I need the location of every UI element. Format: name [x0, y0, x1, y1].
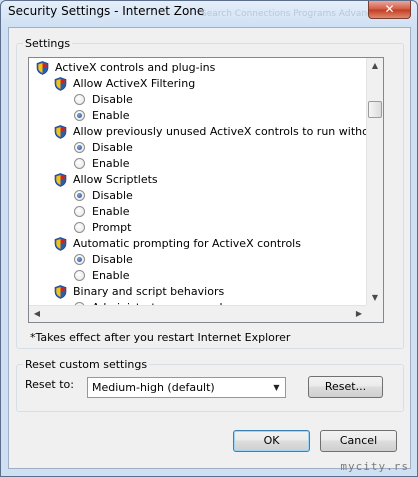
tree-item-label: Prompt — [92, 221, 132, 234]
tree-item-label: Disable — [92, 253, 133, 266]
security-shield-icon — [36, 61, 49, 75]
tree-item-label: Allow previously unused ActiveX controls… — [73, 125, 367, 138]
scroll-left-arrow-icon[interactable]: ◀ — [29, 306, 45, 322]
tree-item-label: Automatic prompting for ActiveX controls — [73, 237, 301, 250]
tree-item-label: Allow Scriptlets — [73, 173, 158, 186]
ok-button[interactable]: OK — [233, 430, 310, 452]
security-shield-icon — [54, 173, 67, 187]
restart-note: *Takes effect after you restart Internet… — [30, 331, 291, 344]
radio-unselected[interactable] — [74, 94, 85, 105]
reset-to-label: Reset to: — [25, 378, 74, 391]
settings-tree[interactable]: ActiveX controls and plug-ins Allow Activ… — [28, 57, 384, 323]
background-window-tabs: Search Connections Programs Advanced — [201, 9, 384, 19]
close-icon: ✕ — [384, 2, 395, 16]
security-level-value: Medium-high (default) — [92, 381, 215, 394]
tree-item-label: Disable — [92, 141, 133, 154]
radio-unselected[interactable] — [74, 270, 85, 281]
scrollbar-corner — [366, 305, 383, 322]
security-shield-icon — [54, 237, 67, 251]
reset-group-label: Reset custom settings — [23, 358, 150, 371]
scroll-up-arrow-icon[interactable]: ▲ — [367, 58, 383, 74]
radio-unselected[interactable] — [74, 222, 85, 233]
cancel-button[interactable]: Cancel — [320, 430, 397, 452]
radio-unselected[interactable] — [74, 206, 85, 217]
watermark: mycity.rs — [340, 460, 409, 473]
settings-group-label: Settings — [23, 37, 73, 50]
scroll-right-arrow-icon[interactable]: ▶ — [351, 306, 367, 322]
settings-tree-viewport: ActiveX controls and plug-ins Allow Activ… — [29, 58, 367, 306]
tree-item-label: Enable — [92, 205, 130, 218]
window-title: Security Settings - Internet Zone — [8, 4, 205, 18]
security-shield-icon — [54, 285, 67, 299]
tree-item-label: Enable — [92, 157, 130, 170]
radio-selected[interactable] — [74, 142, 85, 153]
vertical-scroll-thumb[interactable] — [368, 101, 382, 118]
radio-selected[interactable] — [74, 110, 85, 121]
radio-selected[interactable] — [74, 190, 85, 201]
security-level-dropdown[interactable]: Medium-high (default) ▼ — [87, 377, 286, 398]
tree-item-label: Disable — [92, 93, 133, 106]
radio-selected[interactable] — [74, 254, 85, 265]
chevron-down-icon: ▼ — [273, 383, 280, 392]
reset-button[interactable]: Reset... — [308, 376, 383, 398]
scroll-down-arrow-icon[interactable]: ▼ — [367, 290, 383, 306]
tree-item-label: Enable — [92, 269, 130, 282]
close-button[interactable]: ✕ — [368, 1, 411, 19]
horizontal-scrollbar[interactable]: ◀ ▶ — [29, 305, 367, 322]
tree-item-label: Binary and script behaviors — [73, 285, 225, 298]
tree-item-label: ActiveX controls and plug-ins — [55, 61, 216, 74]
security-shield-icon — [54, 125, 67, 139]
vertical-scrollbar[interactable]: ▲ ▼ — [366, 58, 383, 306]
tree-item-label: Disable — [92, 189, 133, 202]
tree-item-label: Allow ActiveX Filtering — [73, 77, 196, 90]
tree-item-label: Enable — [92, 109, 130, 122]
radio-unselected[interactable] — [74, 158, 85, 169]
security-shield-icon — [54, 77, 67, 91]
dialog-window: Security Settings - Internet Zone Search… — [0, 0, 418, 477]
